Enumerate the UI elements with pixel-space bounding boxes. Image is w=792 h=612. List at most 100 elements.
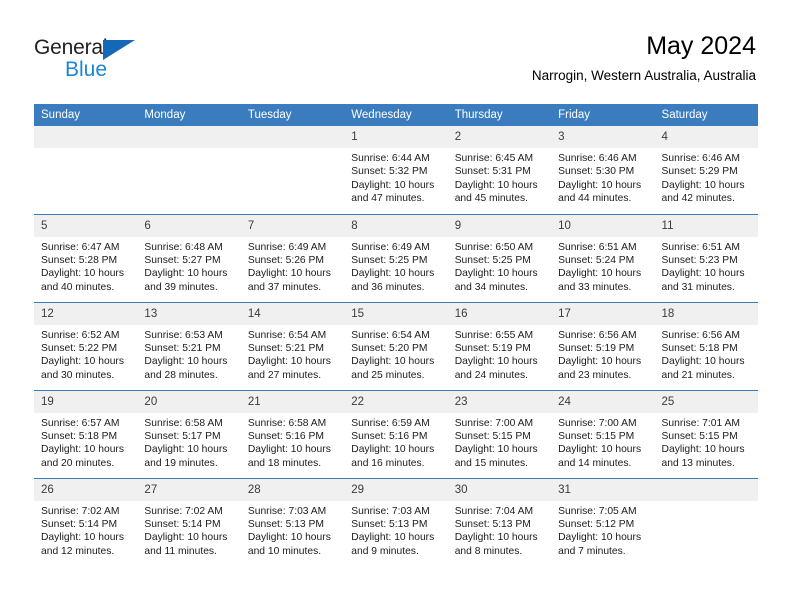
sunrise-time: Sunrise: 6:56 AM [661, 329, 740, 341]
day-number: 27 [137, 478, 241, 501]
calendar-day-cell[interactable]: 11 Sunrise: 6:51 AM Sunset: 5:23 PM Dayligh… [654, 213, 758, 302]
day-details: Sunrise: 6:56 AM Sunset: 5:18 PM Daylight:… [655, 325, 758, 383]
daylight-duration-line1: Daylight: 10 hours [144, 268, 228, 280]
calendar-day-cell[interactable]: 19 Sunrise: 6:57 AM Sunset: 5:18 PM Dayligh… [34, 389, 138, 478]
day-details: Sunrise: 6:49 AM Sunset: 5:25 PM Daylight:… [344, 237, 447, 295]
calendar-week-row: 12 Sunrise: 6:52 AM Sunset: 5:22 PM Dayligh… [34, 301, 758, 390]
calendar-day-cell[interactable]: 1 Sunrise: 6:44 AM Sunset: 5:32 PM Daylight… [344, 126, 448, 214]
calendar-day-cell[interactable]: 8 Sunrise: 6:49 AM Sunset: 5:25 PM Daylight… [344, 213, 448, 302]
calendar-day-cell[interactable]: 30 Sunrise: 7:04 AM Sunset: 5:13 PM Dayligh… [447, 477, 552, 566]
logo-text-blue: Blue [65, 58, 108, 81]
sunset-time: Sunset: 5:14 PM [41, 518, 118, 530]
sunset-time: Sunset: 5:16 PM [247, 430, 324, 442]
day-details: Sunrise: 6:51 AM Sunset: 5:23 PM Daylight:… [655, 237, 758, 295]
day-number: 2 [447, 126, 552, 148]
daylight-duration-line2: and 9 minutes. [351, 545, 419, 557]
page-subtitle: Narrogin, Western Australia, Australia [531, 68, 756, 83]
daylight-duration-line2: and 39 minutes. [144, 281, 218, 293]
day-details: Sunrise: 7:04 AM Sunset: 5:13 PM Daylight:… [448, 501, 551, 559]
day-number: 26 [34, 478, 138, 501]
sunset-time: Sunset: 5:21 PM [144, 342, 221, 354]
day-number: 6 [137, 214, 241, 237]
daylight-duration-line2: and 40 minutes. [41, 281, 115, 293]
sunrise-time: Sunrise: 7:04 AM [454, 505, 534, 517]
sunset-time: Sunset: 5:14 PM [144, 518, 221, 530]
calendar-week-row: 1 Sunrise: 6:44 AM Sunset: 5:32 PM Daylight… [34, 126, 758, 214]
calendar-day-cell[interactable]: 14 Sunrise: 6:54 AM Sunset: 5:21 PM Dayligh… [240, 301, 345, 390]
calendar-day-cell[interactable]: 31 Sunrise: 7:05 AM Sunset: 5:12 PM Dayligh… [551, 477, 655, 566]
sunrise-time: Sunrise: 7:03 AM [247, 505, 327, 517]
day-number: 9 [447, 214, 552, 237]
calendar-day-cell[interactable]: 10 Sunrise: 6:51 AM Sunset: 5:24 PM Dayligh… [551, 213, 655, 302]
daylight-duration-line2: and 23 minutes. [558, 369, 632, 381]
daylight-duration-line2: and 37 minutes. [247, 281, 322, 293]
sunrise-time: Sunrise: 7:00 AM [558, 417, 637, 429]
daylight-duration-line2: and 30 minutes. [41, 369, 115, 381]
calendar-day-cell[interactable]: 4 Sunrise: 6:46 AM Sunset: 5:29 PM Daylight… [654, 126, 758, 214]
calendar-day-cell[interactable]: 22 Sunrise: 6:59 AM Sunset: 5:16 PM Dayligh… [344, 389, 448, 478]
day-number: 16 [447, 302, 552, 325]
calendar-day-cell[interactable]: 6 Sunrise: 6:48 AM Sunset: 5:27 PM Daylight… [137, 213, 241, 302]
daylight-duration-line1: Daylight: 10 hours [247, 268, 331, 280]
calendar-day-cell[interactable]: 2 Sunrise: 6:45 AM Sunset: 5:31 PM Daylight… [447, 126, 552, 214]
sunset-time: Sunset: 5:20 PM [351, 342, 428, 354]
daylight-duration-line1: Daylight: 10 hours [144, 532, 228, 544]
calendar-day-cell[interactable]: 5 Sunrise: 6:47 AM Sunset: 5:28 PM Daylight… [34, 213, 138, 302]
day-details: Sunrise: 6:52 AM Sunset: 5:22 PM Daylight:… [34, 325, 137, 383]
calendar-day-cell[interactable]: 3 Sunrise: 6:46 AM Sunset: 5:30 PM Daylight… [551, 126, 655, 214]
calendar-day-cell[interactable]: 27 Sunrise: 7:02 AM Sunset: 5:14 PM Dayligh… [137, 477, 241, 566]
day-number: 1 [344, 126, 448, 148]
day-number: 19 [34, 390, 138, 413]
calendar-day-cell[interactable]: 17 Sunrise: 6:56 AM Sunset: 5:19 PM Dayligh… [551, 301, 655, 390]
daylight-duration-line1: Daylight: 10 hours [661, 268, 745, 280]
daylight-duration-line1: Daylight: 10 hours [247, 532, 331, 544]
day-number: 25 [654, 390, 758, 413]
calendar-day-cell[interactable]: 12 Sunrise: 6:52 AM Sunset: 5:22 PM Dayligh… [34, 301, 138, 390]
day-details: Sunrise: 7:05 AM Sunset: 5:12 PM Daylight:… [551, 501, 654, 559]
sunset-time: Sunset: 5:13 PM [247, 518, 324, 530]
daylight-duration-line1: Daylight: 10 hours [454, 179, 538, 191]
sunrise-time: Sunrise: 6:55 AM [454, 329, 534, 341]
daylight-duration-line1: Daylight: 10 hours [454, 356, 538, 368]
day-details: Sunrise: 6:51 AM Sunset: 5:24 PM Daylight:… [551, 237, 654, 295]
daylight-duration-line1: Daylight: 10 hours [558, 532, 642, 544]
daylight-duration-line2: and 10 minutes. [247, 545, 322, 557]
calendar-day-cell[interactable]: 7 Sunrise: 6:49 AM Sunset: 5:26 PM Daylight… [240, 213, 345, 302]
daylight-duration-line2: and 20 minutes. [41, 457, 115, 469]
calendar-day-cell-empty [137, 126, 241, 214]
daylight-duration-line2: and 15 minutes. [454, 457, 528, 469]
calendar-day-cell[interactable]: 21 Sunrise: 6:58 AM Sunset: 5:16 PM Dayligh… [240, 389, 345, 478]
daylight-duration-line1: Daylight: 10 hours [558, 444, 642, 456]
page-header: General Blue May 2024 Narrogin, Western … [0, 0, 792, 100]
calendar-day-cell[interactable]: 18 Sunrise: 6:56 AM Sunset: 5:18 PM Dayligh… [654, 301, 758, 390]
calendar-day-cell[interactable]: 15 Sunrise: 6:54 AM Sunset: 5:20 PM Dayligh… [344, 301, 448, 390]
sunset-time: Sunset: 5:15 PM [558, 430, 635, 442]
daylight-duration-line1: Daylight: 10 hours [247, 356, 331, 368]
daylight-duration-line2: and 27 minutes. [247, 369, 322, 381]
day-number: 17 [551, 302, 655, 325]
daylight-duration-line1: Daylight: 10 hours [558, 268, 642, 280]
calendar-day-cell[interactable]: 26 Sunrise: 7:02 AM Sunset: 5:14 PM Dayligh… [34, 477, 138, 566]
general-blue-logo[interactable]: General Blue [34, 36, 164, 84]
calendar-day-cell[interactable]: 20 Sunrise: 6:58 AM Sunset: 5:17 PM Dayligh… [137, 389, 241, 478]
day-number: 7 [240, 214, 345, 237]
calendar-day-cell[interactable]: 25 Sunrise: 7:01 AM Sunset: 5:15 PM Dayligh… [654, 389, 758, 478]
daylight-duration-line2: and 28 minutes. [144, 369, 218, 381]
sunset-time: Sunset: 5:28 PM [41, 254, 118, 266]
day-details: Sunrise: 6:46 AM Sunset: 5:29 PM Daylight:… [655, 148, 758, 206]
calendar-day-cell[interactable]: 16 Sunrise: 6:55 AM Sunset: 5:19 PM Dayligh… [447, 301, 552, 390]
daylight-duration-line2: and 25 minutes. [351, 369, 425, 381]
calendar-day-cell-empty [240, 126, 345, 214]
day-details: Sunrise: 6:56 AM Sunset: 5:19 PM Daylight:… [551, 325, 654, 383]
day-number: 5 [34, 214, 138, 237]
calendar-day-cell[interactable]: 29 Sunrise: 7:03 AM Sunset: 5:13 PM Dayligh… [344, 477, 448, 566]
sunset-time: Sunset: 5:19 PM [558, 342, 635, 354]
calendar-day-cell[interactable]: 13 Sunrise: 6:53 AM Sunset: 5:21 PM Dayligh… [137, 301, 241, 390]
sunrise-time: Sunrise: 6:51 AM [661, 241, 740, 253]
calendar-day-cell[interactable]: 24 Sunrise: 7:00 AM Sunset: 5:15 PM Dayligh… [551, 389, 655, 478]
calendar-day-cell[interactable]: 28 Sunrise: 7:03 AM Sunset: 5:13 PM Dayligh… [240, 477, 345, 566]
calendar-day-cell[interactable]: 23 Sunrise: 7:00 AM Sunset: 5:15 PM Dayligh… [447, 389, 552, 478]
sunrise-time: Sunrise: 7:02 AM [144, 505, 223, 517]
sunrise-time: Sunrise: 6:52 AM [41, 329, 120, 341]
calendar-day-cell[interactable]: 9 Sunrise: 6:50 AM Sunset: 5:25 PM Daylight… [447, 213, 552, 302]
